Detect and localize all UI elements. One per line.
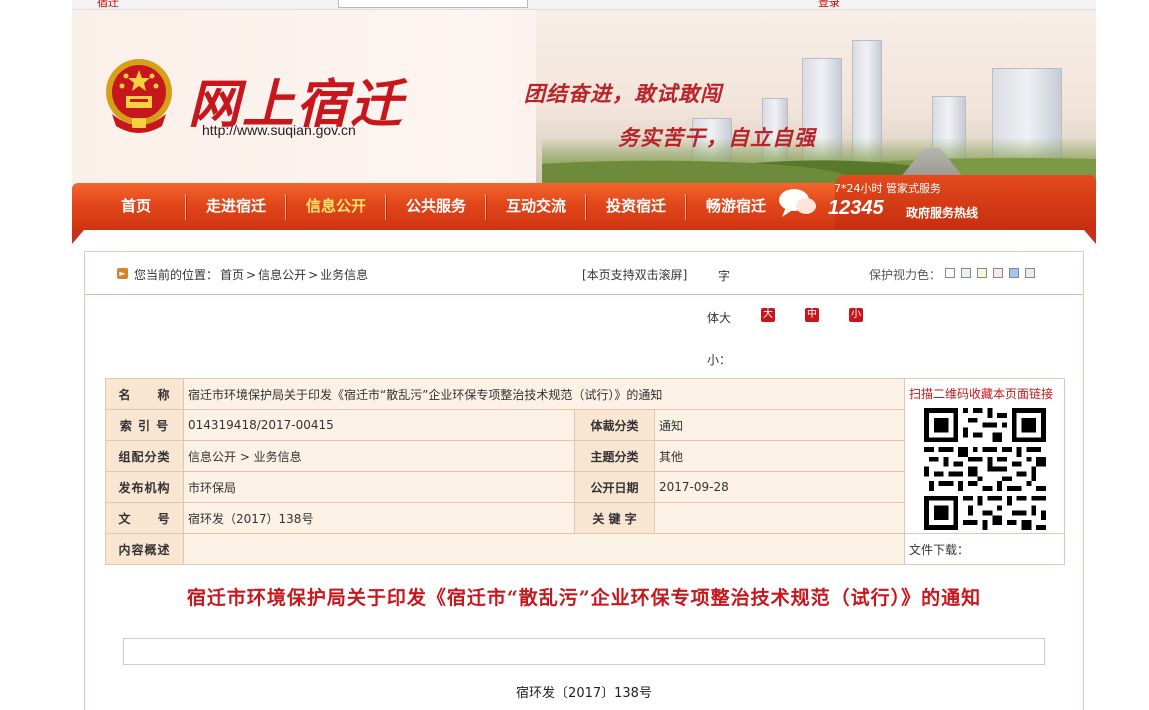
location-icon: ► (117, 268, 128, 279)
nav-item-info[interactable]: 信息公开 (286, 183, 386, 230)
hotline-label: 政府服务热线 (906, 206, 979, 220)
index-label: 索 引 号 (105, 409, 184, 441)
page: 宿迁 登录 网上宿迁 http://www.suqian.gov.cn 团结奋进… (0, 0, 1149, 710)
nav-item-travel[interactable]: 畅游宿迁 (686, 183, 786, 230)
keyword-value (654, 502, 905, 534)
date-label: 公开日期 (574, 471, 655, 503)
topic-value: 其他 (654, 440, 905, 472)
search-input[interactable] (338, 0, 528, 8)
color-swatch-gray[interactable] (1025, 268, 1035, 278)
national-emblem-icon (106, 59, 172, 133)
keyword-label: 关 键 字 (574, 502, 655, 534)
name-value: 宿迁市环境保护局关于印发《宿迁市“散乱污”企业环保专项整治技术规范（试行）》的通… (183, 378, 905, 410)
content-frame: ► 您当前的位置： 首页 > 信息公开 > 业务信息 [本页支持双击滚屏] 字 保护视力色… (84, 251, 1084, 710)
login-link[interactable]: 登录 (818, 0, 840, 9)
summary-label: 内容概述 (105, 533, 184, 565)
nav-item-home[interactable]: 首页 (86, 183, 186, 230)
color-swatch-green[interactable] (961, 268, 971, 278)
breadcrumb-prefix: 您当前的位置： (134, 268, 219, 282)
nav-item-service[interactable]: 公共服务 (386, 183, 486, 230)
nav-item-interact[interactable]: 互动交流 (486, 183, 586, 230)
genre-value: 通知 (654, 409, 905, 441)
slogan-line1: 团结奋进，敢试敢闯 (524, 81, 722, 106)
genre-label: 体裁分类 (574, 409, 655, 441)
docno-label: 文 号 (105, 502, 184, 534)
org-value: 市环保局 (183, 471, 575, 503)
document-title: 宿迁市环境保护局关于印发《宿迁市“散乱污”企业环保专项整治技术规范（试行）》的通… (186, 587, 982, 609)
font-large-button[interactable]: 大 (761, 308, 775, 322)
chat-bubble-icon (779, 189, 816, 217)
qr-code-icon[interactable] (923, 408, 1046, 530)
top-left-link[interactable]: 宿迁 (97, 0, 119, 9)
site-url: http://www.suqian.gov.cn (202, 122, 356, 138)
dblclick-scroll-hint: [本页支持双击滚屏] (582, 268, 688, 282)
breadcrumb-home[interactable]: 首页 (220, 268, 244, 282)
breadcrumb-sep: > (308, 268, 319, 282)
breadcrumb-info[interactable]: 信息公开 (258, 268, 306, 282)
category-value: 信息公开 > 业务信息 (183, 440, 575, 472)
document-metadata-table: 名 称 宿迁市环境保护局关于印发《宿迁市“散乱污”企业环保专项整治技术规范（试行… (105, 378, 1065, 565)
topic-label: 主题分类 (574, 440, 655, 472)
breadcrumb-bar: ► 您当前的位置： 首页 > 信息公开 > 业务信息 [本页支持双击滚屏] 字 保护视力色… (85, 252, 1083, 295)
breadcrumb-business[interactable]: 业务信息 (320, 268, 368, 282)
nav-item-about[interactable]: 走进宿迁 (186, 183, 286, 230)
qr-title: 扫描二维码收藏本页面链接 (909, 387, 1054, 401)
eye-protect-label: 保护视力色： (869, 268, 942, 282)
color-swatch-pink[interactable] (993, 268, 1003, 278)
font-size-label-top: 字 (718, 269, 731, 283)
index-value: 014319418/2017-00415 (183, 409, 575, 441)
color-swatch-white[interactable] (945, 268, 955, 278)
font-size-label-2: 小： (707, 353, 732, 367)
color-swatch-yellow[interactable] (977, 268, 987, 278)
summary-value (183, 533, 905, 565)
breadcrumb-sep: > (246, 268, 257, 282)
name-label: 名 称 (105, 378, 184, 410)
font-small-button[interactable]: 小 (849, 308, 863, 322)
nav-underline (72, 230, 1096, 244)
slogan-line2: 务实苦干，自立自强 (618, 125, 816, 150)
font-size-label: 体大 (707, 311, 732, 325)
site-banner: 网上宿迁 http://www.suqian.gov.cn 团结奋进，敢试敢闯 … (72, 10, 1096, 188)
nav-item-invest[interactable]: 投资宿迁 (586, 183, 686, 230)
org-label: 发布机构 (105, 471, 184, 503)
document-number: 宿环发〔2017〕138号 (516, 686, 652, 701)
font-medium-button[interactable]: 中 (805, 308, 819, 322)
color-swatch-blue[interactable] (1009, 268, 1019, 278)
date-value: 2017-09-28 (654, 471, 905, 503)
qr-cell: 扫描二维码收藏本页面链接 (904, 378, 1065, 534)
document-attachment-box (123, 638, 1045, 665)
hotline-subtitle: 7*24小时 管家式服务 (834, 182, 941, 195)
docno-value: 宿环发（2017）138号 (183, 502, 575, 534)
category-label: 组配分类 (105, 440, 184, 472)
top-toolbar: 宿迁 登录 (72, 0, 1096, 10)
file-download-label: 文件下载： (904, 533, 1065, 565)
breadcrumb: 您当前的位置： 首页 > 信息公开 > 业务信息 (134, 266, 370, 283)
hotline-number[interactable]: 12345 (828, 197, 884, 220)
